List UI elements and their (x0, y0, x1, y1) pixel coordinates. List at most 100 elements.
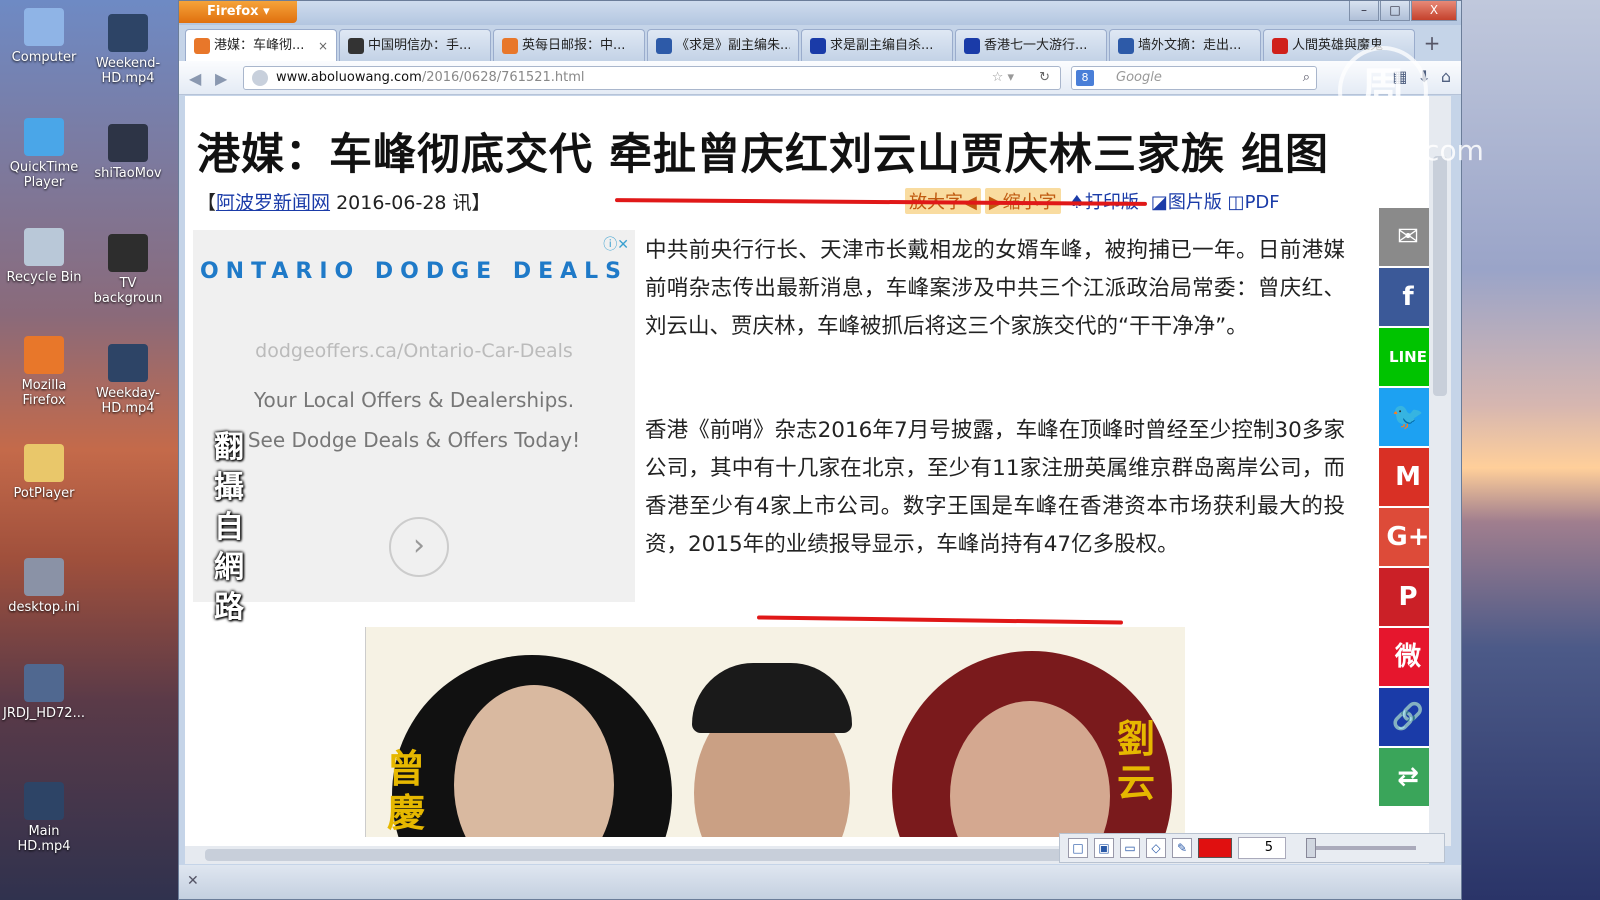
ad-url[interactable]: dodgeoffers.ca/Ontario-Car-Deals (193, 340, 635, 362)
settings-file-icon (24, 558, 64, 596)
desktop-icon[interactable]: Recycle Bin (2, 228, 86, 285)
pen-icon[interactable]: ✎ (1172, 838, 1192, 858)
computer-icon (24, 8, 64, 46)
tab-bar: 港媒：车峰彻... × 中国明信办：手... 英每日邮报：中... 《求是》副主编朱..… (185, 29, 1455, 61)
close-addon-bar-icon[interactable]: ✕ (187, 873, 199, 889)
tab-title: 求是副主编自杀... (830, 37, 934, 53)
desktop-icon[interactable]: Computer (2, 8, 86, 65)
reload-icon[interactable]: ↻ (1039, 67, 1050, 89)
desktop-icon[interactable]: JRDJ_HD72... (2, 664, 86, 721)
desktop-icon[interactable]: Weekend-HD.mp4 (86, 14, 170, 86)
firefox-menu-button[interactable]: Firefox ▾ (179, 1, 297, 23)
browser-tab[interactable]: 中国明信办：手... (339, 29, 491, 61)
minimize-button[interactable]: – (1349, 1, 1379, 21)
bookmark-star-icon[interactable]: ☆ ▾ (992, 67, 1014, 89)
pen-size-slider[interactable] (1306, 838, 1416, 858)
adchoices-icon[interactable]: ⓘ✕ (603, 234, 629, 254)
vertical-caption: 翻攝自網路 (214, 430, 244, 625)
slider-knob[interactable] (1306, 838, 1316, 858)
favicon-icon (656, 37, 672, 54)
firefox-window: Firefox ▾ – □ X 港媒：车峰彻... × 中国明信办：手... 英每日邮… (178, 0, 1462, 900)
share-twitter-button[interactable]: 🐦 (1379, 388, 1429, 446)
share-gmail-button[interactable]: M (1379, 448, 1429, 506)
article-byline: 【阿波罗新闻网 2016-06-28 讯】 (197, 188, 491, 215)
favicon-icon (194, 37, 210, 54)
search-input[interactable]: 8 Google ⌕ (1071, 66, 1317, 90)
tab-title: 中国明信办：手... (368, 37, 472, 53)
pen-size-stepper[interactable]: 5 (1238, 837, 1286, 859)
vertical-scrollbar[interactable] (1429, 96, 1451, 846)
video-file-icon (108, 124, 148, 162)
search-engine-icon[interactable]: 8 (1076, 70, 1094, 86)
site-identity-icon[interactable] (252, 70, 268, 86)
recycle-bin-icon (24, 228, 64, 266)
eraser-icon[interactable]: ◇ (1146, 838, 1166, 858)
portrait-left (392, 655, 672, 837)
desktop-icon[interactable]: QuickTime Player (2, 118, 86, 190)
back-arrow-icon[interactable]: ◀ (189, 69, 201, 88)
desktop-icon-label: Mozilla Firefox (21, 378, 67, 408)
desktop-icon[interactable]: Mozilla Firefox (2, 336, 86, 408)
share-link-button[interactable]: 🔗 (1379, 688, 1429, 746)
tab-title: 墙外文摘：走出... (1138, 37, 1242, 53)
close-window-button[interactable]: X (1411, 1, 1457, 21)
desktop-icon[interactable]: shiTaoMov (86, 124, 170, 181)
ntd-logo-text: dtv.com (1372, 134, 1484, 167)
status-bar: ✕ (179, 865, 1461, 899)
desktop-icon[interactable]: Main HD.mp4 (2, 782, 86, 854)
browser-tab[interactable]: 《求是》副主编朱... (647, 29, 799, 61)
desktop-icon-label: JRDJ_HD72... (3, 706, 85, 721)
desktop-icon-label: desktop.ini (8, 600, 80, 615)
figure-label-left: 曾慶 (386, 747, 425, 835)
browser-tab[interactable]: 求是副主编自杀... (801, 29, 953, 61)
monitor-icon[interactable]: ▭ (1120, 838, 1140, 858)
share-email-button[interactable]: ✉ (1379, 208, 1429, 266)
tab-title: 英每日邮报：中... (522, 37, 626, 53)
favicon-icon (1118, 37, 1134, 54)
favicon-icon (1272, 37, 1288, 54)
share-pinterest-button[interactable]: P (1379, 568, 1429, 626)
article-paragraph-1: 中共前央行行长、天津市长戴相龙的女婿车峰，被拘捕已一年。日前港媒前哨杂志传出最新… (645, 238, 1345, 339)
page-content: 港媒：车峰彻底交代 牵扯曾庆红刘云山贾庆林三家族 组图 【阿波罗新闻网 2016… (185, 96, 1429, 846)
share-weibo-button[interactable]: 微 (1379, 628, 1429, 686)
forward-arrow-icon[interactable]: ▶ (215, 69, 227, 88)
browser-tab[interactable]: 港媒：车峰彻... × (185, 29, 337, 61)
desktop-icon[interactable]: desktop.ini (2, 558, 86, 615)
source-link[interactable]: 阿波罗新闻网 (216, 192, 330, 214)
maximize-button[interactable]: □ (1380, 1, 1410, 21)
advertisement[interactable]: ⓘ✕ ONTARIO DODGE DEALS dodgeoffers.ca/On… (193, 230, 635, 602)
video-file-icon (108, 234, 148, 272)
red-underline-annotation (756, 615, 1124, 625)
close-tab-icon[interactable]: × (318, 31, 328, 61)
ad-arrow-icon[interactable]: › (389, 517, 449, 577)
portrait-center (682, 663, 862, 837)
video-file-icon (24, 782, 64, 820)
search-icon[interactable]: ⌕ (1303, 67, 1310, 89)
share-line-button[interactable]: LINE (1379, 328, 1429, 386)
ad-text[interactable]: Your Local Offers & Dealerships. See Dod… (233, 380, 595, 460)
url-bar[interactable]: www.aboluowang.com/2016/0628/761521.html… (243, 66, 1061, 90)
home-icon[interactable]: ⌂ (1441, 67, 1451, 86)
article-headline: 港媒：车峰彻底交代 牵扯曾庆红刘云山贾庆林三家族 组图 (197, 130, 1329, 180)
image-pdf-link[interactable]: ◪图片版 ◫PDF (1147, 188, 1284, 214)
browser-tab[interactable]: 英每日邮报：中... (493, 29, 645, 61)
desktop-icon-label: PotPlayer (13, 486, 75, 501)
save-icon[interactable]: ▣ (1094, 838, 1114, 858)
ntd-logo: 周 (1338, 46, 1428, 136)
titlebar: Firefox ▾ – □ X (179, 1, 1461, 25)
navigation-bar: ◀ ▶ www.aboluowang.com/2016/0628/761521.… (179, 61, 1461, 95)
browser-tab[interactable]: 墙外文摘：走出... (1109, 29, 1261, 61)
share-share-more-button[interactable]: ⇄ (1379, 748, 1429, 806)
ad-title[interactable]: ONTARIO DODGE DEALS (193, 254, 635, 290)
pen-color-swatch[interactable] (1198, 838, 1232, 858)
new-file-icon[interactable]: □ (1068, 838, 1088, 858)
share-google-plus-button[interactable]: G+ (1379, 508, 1429, 566)
desktop-icon[interactable]: TV backgroun (86, 234, 170, 306)
vertical-scroll-thumb[interactable] (1433, 156, 1447, 396)
browser-tab[interactable]: 香港七一大游行... (955, 29, 1107, 61)
new-tab-button[interactable]: + (1417, 29, 1447, 59)
share-facebook-button[interactable]: f (1379, 268, 1429, 326)
horizontal-scroll-thumb[interactable] (205, 849, 1165, 861)
desktop-icon[interactable]: PotPlayer (2, 444, 86, 501)
desktop-icon[interactable]: Weekday-HD.mp4 (86, 344, 170, 416)
